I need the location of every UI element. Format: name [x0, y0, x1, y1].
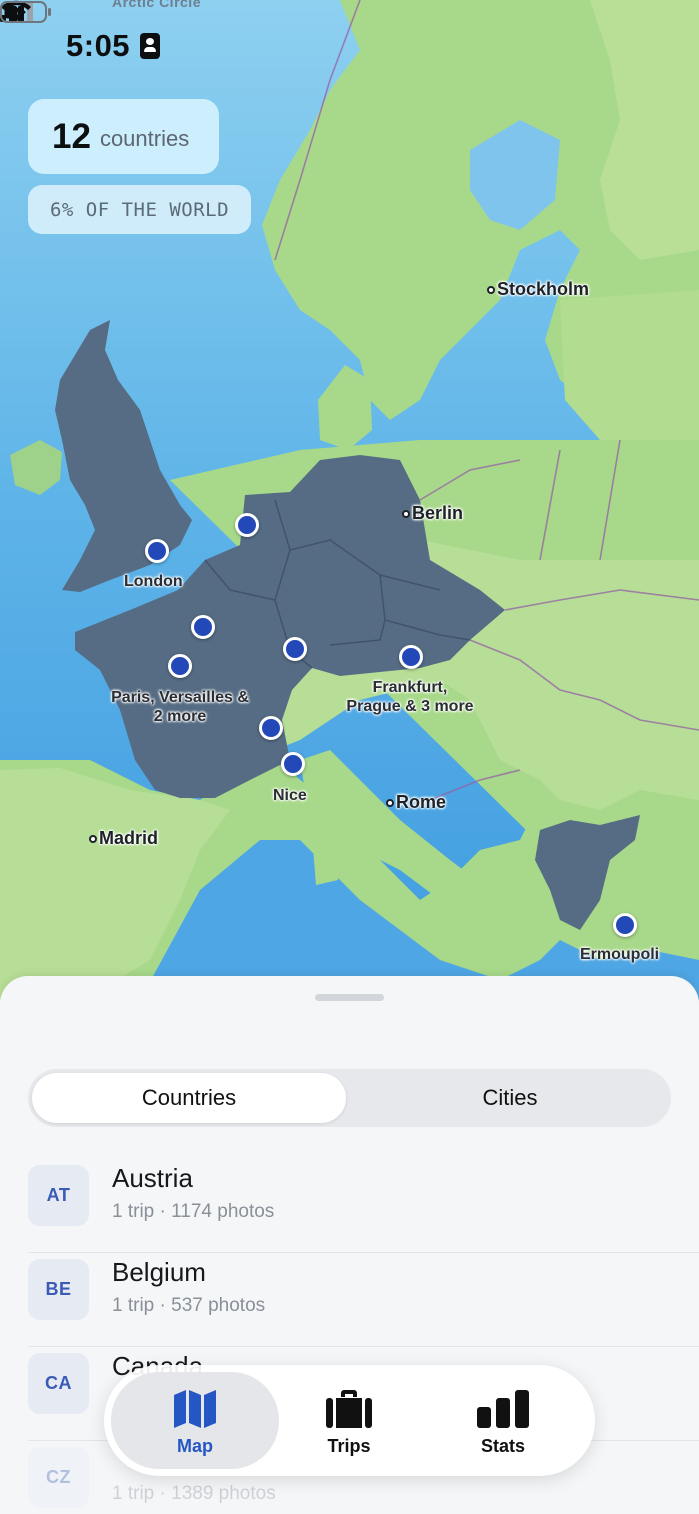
country-code-badge: CZ — [28, 1447, 89, 1508]
pin-label-nice: Nice — [273, 787, 307, 804]
tab-label: Map — [177, 1436, 213, 1456]
map-pin-frankfurt[interactable] — [399, 645, 423, 669]
sheet-grabber[interactable] — [315, 994, 384, 1001]
map-pin-nice[interactable] — [281, 752, 305, 776]
countries-count-label: countries — [99, 126, 190, 151]
map-view[interactable]: Arctic Circle 5:05 12 countries 6% OF TH… — [0, 0, 699, 1000]
segment-countries[interactable]: Countries — [32, 1073, 346, 1123]
status-time: 5:05 — [66, 28, 131, 63]
country-stats: 1 trip · 1389 photos — [112, 1483, 276, 1504]
map-pin-paris-region[interactable] — [191, 615, 215, 639]
list-item[interactable]: AT Austria 1 trip · 1174 photos — [28, 1159, 699, 1253]
tab-map[interactable]: Map — [111, 1372, 279, 1469]
city-label-madrid: Madrid — [89, 828, 158, 849]
map-pin-paris[interactable] — [168, 654, 192, 678]
status-bar: 5:05 — [0, 0, 699, 90]
tab-label: Trips — [327, 1436, 371, 1456]
map-pin-switzerland[interactable] — [283, 637, 307, 661]
city-label-berlin: Berlin — [402, 503, 463, 524]
battery-icon — [0, 1, 51, 23]
countries-count-card: 12 countries — [28, 99, 219, 174]
country-name: Belgium — [112, 1257, 206, 1287]
world-percentage-card: 6% OF THE WORLD — [28, 185, 251, 234]
tab-stats[interactable]: Stats — [419, 1372, 587, 1469]
map-icon — [174, 1390, 216, 1428]
country-code-badge: CA — [28, 1353, 89, 1414]
country-code-badge: BE — [28, 1259, 89, 1320]
map-pin-lyon[interactable] — [259, 716, 283, 740]
segment-cities[interactable]: Cities — [353, 1073, 667, 1123]
map-pin-london[interactable] — [145, 539, 169, 563]
country-stats: 1 trip · 537 photos — [112, 1295, 266, 1316]
city-label-stockholm: Stockholm — [487, 279, 589, 300]
list-item[interactable]: BE Belgium 1 trip · 537 photos — [28, 1253, 699, 1347]
countries-count: 12 — [52, 116, 91, 156]
country-name: Austria — [112, 1163, 193, 1193]
map-pin-amsterdam[interactable] — [235, 513, 259, 537]
segmented-control[interactable]: Countries Cities — [28, 1069, 671, 1127]
pin-label-paris: Paris, Versailles & 2 more — [111, 689, 249, 725]
country-code-badge: AT — [28, 1165, 89, 1226]
tab-trips[interactable]: Trips — [265, 1372, 433, 1469]
focus-id-icon — [140, 33, 160, 59]
map-pin-ermoupoli[interactable] — [613, 913, 637, 937]
bar-chart-icon — [477, 1390, 529, 1428]
tab-bar: Map Trips Stats — [104, 1365, 595, 1476]
suitcase-icon — [326, 1390, 372, 1428]
country-stats: 1 trip · 1174 photos — [112, 1201, 275, 1222]
tab-label: Stats — [480, 1436, 525, 1456]
world-percentage: 6% OF THE WORLD — [49, 198, 230, 221]
pin-label-frankfurt: Frankfurt, Prague & 3 more — [346, 679, 474, 715]
pin-label-ermoupoli: Ermoupoli — [580, 946, 660, 963]
city-label-rome: Rome — [386, 792, 446, 813]
pin-label-london: London — [124, 573, 183, 590]
